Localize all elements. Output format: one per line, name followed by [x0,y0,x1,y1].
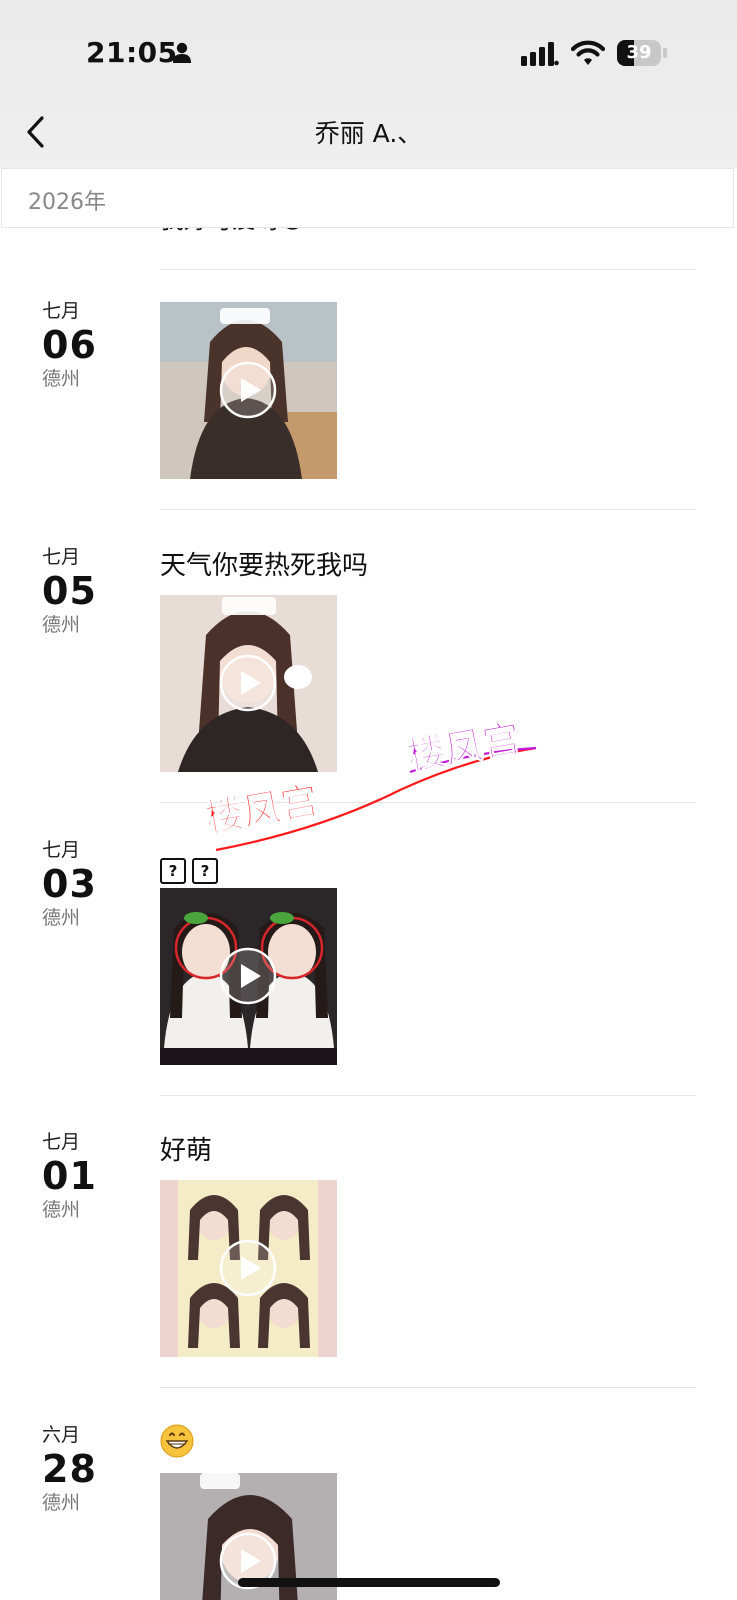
watermark: 楼凤宫 楼凤宫 [201,715,537,852]
svg-text:楼凤宫: 楼凤宫 [202,778,322,841]
svg-text:楼凤宫: 楼凤宫 [404,716,524,779]
post-month: 七月 [42,300,81,322]
video-thumbnail[interactable] [160,888,337,1065]
post-day: 05 [42,569,97,613]
play-icon [219,361,277,419]
post-day: 06 [42,323,97,367]
page-title: 乔丽 A.、 [314,119,423,148]
play-icon [219,1239,277,1297]
status-time: 21:05 [86,36,178,69]
post-text: 好萌 [160,1136,213,1166]
person-icon [173,42,191,63]
battery-icon: 39 [617,40,669,66]
post-location: 德州 [42,1492,81,1514]
divider [160,509,696,510]
grinning-face-icon [160,1424,194,1458]
post-location: 德州 [42,1199,81,1221]
post-day: 28 [42,1447,97,1491]
wifi-icon [571,40,605,65]
post-text: 天气你要热死我吗 [160,551,369,581]
post-month: 七月 [42,1131,81,1153]
year-section-header: 2026年 [1,168,734,228]
post-date: 七月 05 德州 [42,546,132,636]
post-month: 六月 [42,1424,81,1446]
post-month: 七月 [42,546,81,568]
post-day: 01 [42,1154,97,1198]
divider [160,269,696,270]
unknown-glyph-box: ? [160,858,186,884]
post-month: 七月 [42,839,81,861]
video-thumbnail[interactable] [160,1180,337,1357]
post-location: 德州 [42,614,81,636]
post-date: 七月 06 德州 [42,300,132,390]
post-day: 03 [42,862,97,906]
post-location: 德州 [42,368,81,390]
post-date: 七月 01 德州 [42,1131,132,1221]
post-date: 六月 28 德州 [42,1424,132,1514]
top-bar: 21:05 39 乔丽 A.、 [0,0,737,168]
year-label: 2026年 [28,190,106,215]
battery-level: 39 [626,42,652,63]
post-location: 德州 [42,907,81,929]
divider [160,1387,696,1388]
signal-icon [521,42,559,66]
play-icon [219,947,277,1005]
home-indicator [238,1578,500,1587]
post-date: 七月 03 德州 [42,839,132,929]
divider [160,1095,696,1096]
video-thumbnail[interactable] [160,302,337,479]
